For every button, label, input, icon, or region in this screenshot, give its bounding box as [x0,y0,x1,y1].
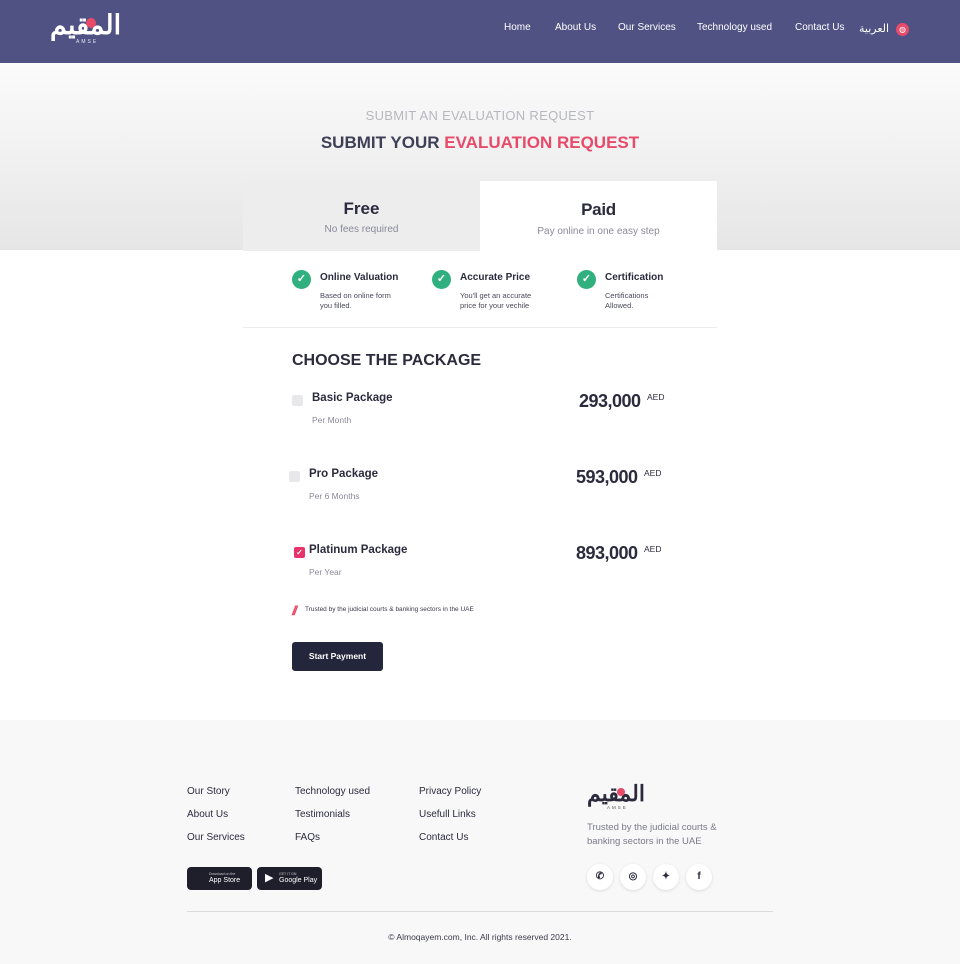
feature-title: Certification [605,272,664,283]
nav-technology-used[interactable]: Technology used [697,22,772,33]
platinum-package-price: 893,000 [576,543,638,563]
instagram-icon[interactable]: ◎ [620,864,646,890]
platinum-package-currency: AED [644,544,662,554]
check-icon: ✓ [577,270,596,289]
feature-desc: You'll get an accurate price for your ve… [460,291,532,310]
footer-logo-subtext: AMSE [607,805,628,810]
footer-link-our-services[interactable]: Our Services [187,832,245,843]
section-divider [243,327,717,328]
feature-title: Accurate Price [460,272,531,283]
tab-free[interactable]: Free No fees required [243,181,480,251]
pro-package-period: Per 6 Months [309,491,360,501]
package-heading: CHOOSE THE PACKAGE [292,352,482,369]
google-play-small-text: GET IT ON [279,872,297,876]
start-payment-button[interactable]: Start Payment [292,642,383,671]
footer-link-technology-used[interactable]: Technology used [295,786,370,797]
app-store-small-text: Download on the [209,872,236,876]
google-play-button[interactable]: ▶ GET IT ON Google Play [257,867,322,890]
basic-package-name[interactable]: Basic Package [312,392,393,404]
basic-package-price: 293,000 [579,391,641,411]
feature-desc: Based on online form you filled. [320,291,391,310]
basic-package-checkbox[interactable] [292,395,303,406]
whatsapp-icon[interactable]: ✆ [587,864,613,890]
logo-mark-icon [86,18,96,28]
trusted-slash-icon: // [292,603,297,618]
footer-link-about-us[interactable]: About Us [187,809,228,820]
pro-package-checkbox[interactable] [289,471,300,482]
footer-link-our-story[interactable]: Our Story [187,786,230,797]
logo[interactable]: المقيم AMSE [50,10,126,46]
check-icon: ✓ [432,270,451,289]
twitter-icon[interactable]: ✦ [653,864,679,890]
footer-divider [187,911,773,912]
platinum-package-name[interactable]: Platinum Package [309,544,407,556]
footer-link-usefull-links[interactable]: Usefull Links [419,809,476,820]
pro-package-price: 593,000 [576,467,638,487]
footer-trusted-text: Trusted by the judicial courts & banking… [587,822,717,847]
platinum-package-checkbox[interactable]: ✓ [294,547,305,558]
app-store-button[interactable]: Download on the App Store [187,867,252,890]
site-header: المقيم AMSE Home About Us Our Services T… [0,0,960,63]
site-footer [0,720,960,964]
footer-logo-mark-icon [617,788,625,796]
nav-home[interactable]: Home [504,22,531,33]
logo-subtext: AMSE [76,39,99,45]
copyright-text: © Almoqayem.com, Inc. All rights reserve… [388,932,572,942]
tab-paid-subtitle: Pay online in one easy step [537,226,660,237]
tab-paid[interactable]: Paid Pay online in one easy step [480,181,717,251]
language-switch[interactable]: العربية [859,22,889,35]
basic-package-period: Per Month [312,415,352,425]
nav-contact-us[interactable]: Contact Us [795,22,844,33]
nav-about-us[interactable]: About Us [555,22,596,33]
globe-icon[interactable]: ◍ [896,23,909,36]
logo-text: المقيم [50,10,122,41]
app-store-label: App Store [209,877,241,884]
tab-free-title: Free [343,199,380,218]
platinum-package-period: Per Year [309,567,342,577]
pro-package-name[interactable]: Pro Package [309,468,378,480]
page-subtitle: SUBMIT AN EVALUATION REQUEST [365,108,595,123]
feature-desc: Certifications Allowed. [605,291,649,310]
footer-link-faqs[interactable]: FAQs [295,832,320,843]
footer-link-contact-us[interactable]: Contact Us [419,832,468,843]
pro-package-currency: AED [644,468,662,478]
trusted-text: Trusted by the judicial courts & banking… [305,606,474,613]
footer-link-testimonials[interactable]: Testimonials [295,809,350,820]
page-title-main: SUBMIT YOUR [320,133,445,152]
footer-logo[interactable]: المقيم AMSE [587,781,647,811]
tab-paid-title: Paid [581,200,616,219]
footer-logo-text: المقيم [587,781,646,807]
tab-free-subtitle: No fees required [324,224,399,235]
basic-package-currency: AED [647,392,665,402]
check-icon: ✓ [292,270,311,289]
page-title: SUBMIT YOUR EVALUATION REQUEST [0,133,960,153]
feature-title: Online Valuation [320,272,399,283]
page-title-accent: EVALUATION REQUEST [444,133,640,152]
play-icon: ▶ [265,872,274,884]
facebook-icon[interactable]: f [686,864,712,890]
google-play-label: Google Play [279,877,318,884]
nav-our-services[interactable]: Our Services [618,22,676,33]
footer-link-privacy-policy[interactable]: Privacy Policy [419,786,481,797]
